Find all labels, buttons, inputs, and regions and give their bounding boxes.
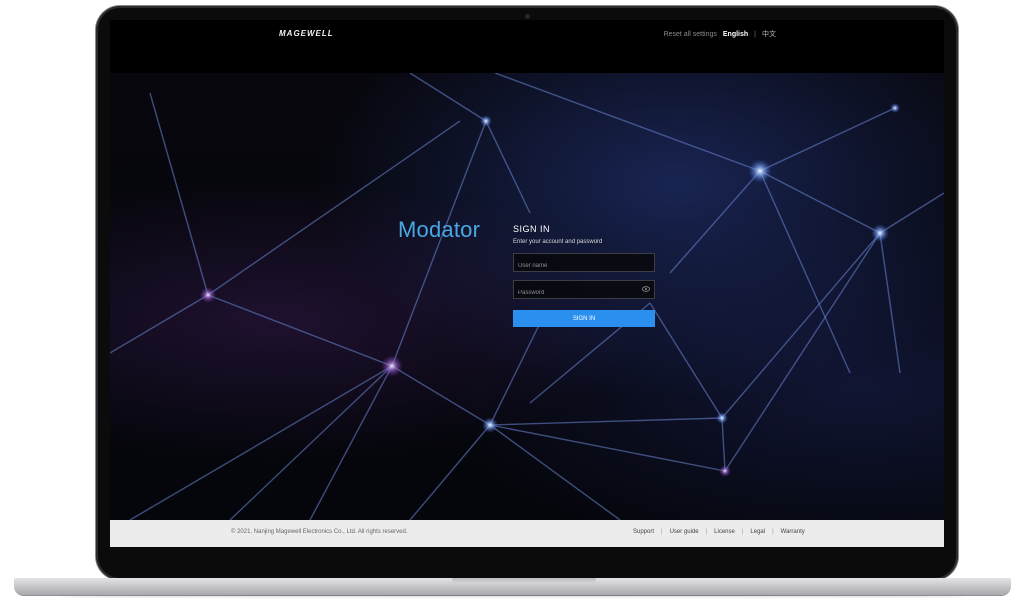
top-links: Reset all settings English | 中文 — [664, 29, 776, 39]
footer-link-license[interactable]: License — [714, 529, 735, 535]
footer-link-warranty[interactable]: Warranty — [781, 529, 805, 535]
screen: MAGEWELL Reset all settings English | 中文 — [110, 20, 944, 547]
footer-link-user-guide[interactable]: User guide — [670, 529, 699, 535]
footer-link-support[interactable]: Support — [633, 529, 654, 535]
language-english-link[interactable]: English — [723, 31, 748, 38]
laptop-opening-notch — [452, 578, 596, 584]
laptop-frame: MAGEWELL Reset all settings English | 中文 — [0, 0, 1025, 604]
username-input[interactable] — [514, 258, 638, 274]
signin-form: SIGN IN Enter your account and password … — [513, 224, 655, 327]
footer-links: Support | User guide | License | Legal |… — [633, 529, 805, 535]
footer: © 2021, Nanjing Magewell Electronics Co.… — [110, 520, 944, 547]
footer-link-legal[interactable]: Legal — [750, 529, 765, 535]
signin-title: SIGN IN — [513, 224, 551, 234]
reset-settings-link[interactable]: Reset all settings — [664, 31, 717, 38]
signin-subtitle: Enter your account and password — [513, 239, 603, 245]
username-field-wrapper — [513, 253, 655, 274]
footer-separator: | — [772, 529, 774, 535]
laptop-shadow — [60, 595, 965, 599]
footer-separator: | — [705, 529, 708, 535]
password-field-wrapper — [513, 280, 655, 301]
password-input[interactable] — [514, 285, 638, 301]
copyright-text: © 2021, Nanjing Magewell Electronics Co.… — [231, 529, 408, 535]
signin-button[interactable]: SIGN IN — [513, 310, 655, 327]
language-separator: | — [754, 30, 756, 38]
footer-separator: | — [661, 529, 663, 535]
product-name: Modator — [398, 217, 481, 242]
brand-logo: MAGEWELL — [279, 29, 334, 38]
show-password-eye-icon[interactable] — [642, 286, 650, 292]
camera-icon — [525, 14, 530, 19]
footer-separator: | — [741, 529, 744, 535]
top-bar: MAGEWELL Reset all settings English | 中文 — [110, 20, 944, 50]
language-chinese-link[interactable]: 中文 — [762, 29, 776, 39]
